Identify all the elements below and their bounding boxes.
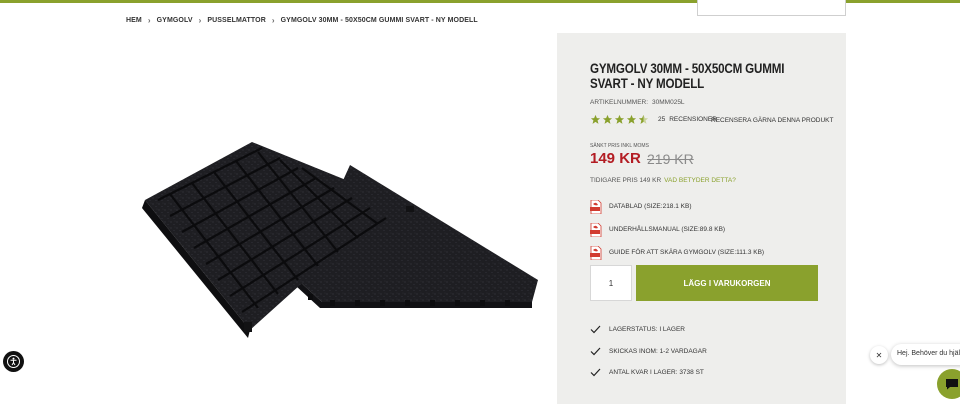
review-count-label: RECENSIONER [669,116,717,123]
product-title: GYMGOLV 30MM - 50X50CM GUMMI SVART - NY … [590,61,785,91]
review-count[interactable]: 25 RECENSIONER [658,116,717,123]
product-image[interactable] [140,130,540,340]
previous-price-info: TIDIGARE PRIS 149 KR VAD BETYDER DETTA? [590,177,736,184]
breadcrumb-gymgolv[interactable]: GYMGOLV [157,17,193,24]
status-label: ANTAL KVAR I LAGER: 3738 ST [609,369,704,377]
add-to-cart-button[interactable]: LÄGG I VARUKORGEN [636,265,818,301]
chevron-right-icon: › [147,16,151,25]
price-caption: SÄNKT PRIS INKL MOMS [590,143,649,149]
breadcrumb-current: GYMGOLV 30MM - 50X50CM GUMMI SVART - NY … [280,17,478,24]
star-icon [590,114,601,124]
chevron-right-icon: › [271,16,275,25]
chat-icon [946,379,958,390]
chevron-right-icon: › [198,16,202,25]
close-icon[interactable]: ✕ [870,346,888,364]
document-label: DATABLAD (SIZE:218.1 KB) [609,203,692,210]
breadcrumb: HEM › GYMGOLV › PUSSELMATTOR › GYMGOLV 3… [126,16,478,25]
article-number-label: ARTIKELNUMMER: [590,99,649,106]
status-label: LAGERSTATUS: I LAGER [609,326,685,334]
quantity-input[interactable]: 1 [590,265,632,301]
chat-greeting[interactable]: Hej. Behöver du hjälp? [891,344,960,365]
star-icon [614,114,625,124]
old-price: 219 KR [647,151,694,167]
stock-status-list: LAGERSTATUS: I LAGER SKICKAS INOM: 1-2 V… [590,319,707,384]
star-icon [602,114,613,124]
document-link[interactable]: UNDERHÅLLSMANUAL (SIZE:89.8 KB) [590,218,764,241]
document-link[interactable]: GUIDE FÖR ATT SKÄRA GYMGOLV (SIZE:111.3 … [590,241,764,264]
status-row: LAGERSTATUS: I LAGER [590,319,707,341]
pdf-icon [590,245,602,260]
accessibility-icon [7,355,20,368]
breadcrumb-home[interactable]: HEM [126,17,142,24]
previous-price-text: TIDIGARE PRIS 149 KR [590,177,662,184]
review-count-value: 25 [658,116,666,123]
document-label: GUIDE FÖR ATT SKÄRA GYMGOLV (SIZE:111.3 … [609,249,765,256]
write-review-link[interactable]: RECENSERA GÄRNA DENNA PRODUKT [711,117,833,124]
breadcrumb-pusselmattor[interactable]: PUSSELMATTOR [207,17,266,24]
check-icon [590,347,601,356]
previous-price-link[interactable]: VAD BETYDER DETTA? [664,177,736,184]
check-icon [590,325,601,334]
document-label: UNDERHÅLLSMANUAL (SIZE:89.8 KB) [609,226,726,233]
status-row: SKICKAS INOM: 1-2 VARDAGAR [590,341,707,363]
status-row: ANTAL KVAR I LAGER: 3738 ST [590,362,707,384]
document-link[interactable]: DATABLAD (SIZE:218.1 KB) [590,195,764,218]
header-dropdown [697,0,846,16]
current-price: 149 KR [590,150,641,167]
pdf-icon [590,222,602,237]
check-icon [590,368,601,377]
star-icon [626,114,637,124]
status-label: SKICKAS INOM: 1-2 VARDAGAR [609,347,707,355]
article-number-value: 30MM025L [652,99,685,106]
accessibility-button[interactable] [3,351,24,372]
pdf-icon [590,199,602,214]
rating[interactable]: 25 RECENSIONER [590,114,717,125]
document-list: DATABLAD (SIZE:218.1 KB) UNDERHÅLLSMANUA… [590,195,764,264]
half-star-icon [638,114,649,124]
chat-button[interactable] [937,369,960,399]
article-number: ARTIKELNUMMER: 30MM025L [590,99,685,106]
